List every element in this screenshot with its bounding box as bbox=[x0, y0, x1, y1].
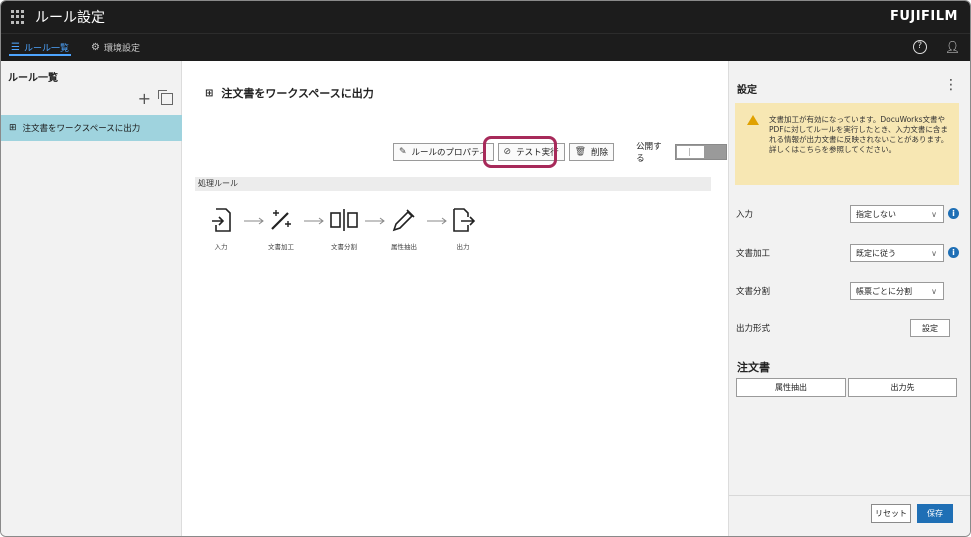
output-format-settings-button[interactable]: 設定 bbox=[910, 319, 950, 337]
plus-icon[interactable]: + bbox=[138, 89, 151, 108]
chevron-down-icon: ∨ bbox=[931, 249, 937, 258]
magic-wand-icon bbox=[251, 205, 311, 235]
select-value: 指定しない bbox=[856, 209, 896, 219]
setting-label: 文書分割 bbox=[736, 287, 771, 297]
trash-icon: 🗑︎ bbox=[574, 147, 587, 157]
setting-split-row: 文書分割 帳票ごとに分割 ∨ bbox=[736, 282, 964, 300]
input-select[interactable]: 指定しない ∨ bbox=[850, 205, 944, 223]
processing-rule-header: 処理ルール bbox=[195, 177, 711, 191]
panel-title: ルール一覧 bbox=[8, 73, 58, 84]
process-flow: 入力 文書加工 文書分割 属性抽出 出力 bbox=[203, 205, 543, 265]
rule-list-panel: ルール一覧 + ⊞ 注文書をワークスペースに出力 bbox=[1, 61, 182, 536]
step-label: 出力 bbox=[456, 243, 470, 251]
tab-environment-settings[interactable]: ⚙ 環境設定 bbox=[89, 34, 142, 61]
step-label: 文書分割 bbox=[331, 243, 357, 251]
warning-icon bbox=[747, 115, 759, 125]
warning-message: 文書加工が有効になっています。DocuWorks文書やPDFに対してルールを実行… bbox=[735, 103, 959, 185]
settings-panel: 設定 ⋮ 文書加工が有効になっています。DocuWorks文書やPDFに対してル… bbox=[728, 61, 970, 536]
settings-title: 設定 bbox=[737, 85, 757, 96]
app-title: ルール設定 bbox=[35, 10, 105, 26]
setting-label: 文書加工 bbox=[736, 249, 771, 259]
step-document-processing[interactable]: 文書加工 bbox=[251, 205, 311, 251]
processing-select[interactable]: 既定に従う ∨ bbox=[850, 244, 944, 262]
setting-label: 出力形式 bbox=[736, 324, 771, 334]
nav-actions: ? 👤︎ bbox=[912, 40, 960, 54]
step-label: 文書加工 bbox=[268, 243, 294, 251]
order-section-title: 注文書 bbox=[737, 361, 770, 374]
eyedropper-icon bbox=[374, 205, 434, 235]
more-options-icon[interactable]: ⋮ bbox=[944, 77, 958, 93]
rule-item-label: 注文書をワークスペースに出力 bbox=[22, 124, 141, 134]
info-icon[interactable]: i bbox=[948, 247, 959, 258]
copy-icon[interactable] bbox=[158, 89, 173, 105]
tab-rule-list[interactable]: ☰ ルール一覧 bbox=[9, 34, 71, 61]
properties-label: ルールのプロパティ bbox=[411, 148, 488, 158]
rule-toolbar: ✎ ルールのプロパティ ⊘ テスト実行 🗑︎ 削除 公開する bbox=[393, 142, 727, 164]
rule-title-text: 注文書をワークスペースに出力 bbox=[221, 87, 374, 100]
rule-properties-button[interactable]: ✎ ルールのプロパティ bbox=[393, 143, 494, 161]
setting-label: 入力 bbox=[736, 210, 754, 220]
warning-text[interactable]: 文書加工が有効になっています。DocuWorks文書やPDFに対してルールを実行… bbox=[769, 115, 948, 154]
app-launcher-icon[interactable] bbox=[11, 10, 25, 24]
gear-icon: ⚙ bbox=[90, 42, 100, 53]
list-actions: + bbox=[138, 89, 173, 108]
tab-label: 環境設定 bbox=[103, 44, 140, 54]
setting-output-format-row: 出力形式 設定 bbox=[736, 319, 964, 337]
test-run-highlight bbox=[483, 136, 557, 168]
nav-bar: ☰ ルール一覧 ⚙ 環境設定 ? 👤︎ bbox=[1, 33, 970, 61]
list-icon: ☰ bbox=[11, 42, 20, 53]
step-input[interactable]: 入力 bbox=[191, 205, 251, 251]
delete-label: 削除 bbox=[591, 148, 609, 158]
pencil-icon: ✎ bbox=[399, 147, 407, 157]
chevron-down-icon: ∨ bbox=[931, 210, 937, 219]
select-value: 帳票ごとに分割 bbox=[856, 286, 912, 296]
toggle-knob bbox=[677, 146, 705, 158]
divider bbox=[729, 495, 970, 496]
app-window: ルール設定 FUJIFILM ☰ ルール一覧 ⚙ 環境設定 ? 👤︎ ルール一覧… bbox=[0, 0, 971, 537]
step-label: 入力 bbox=[214, 243, 228, 251]
step-attribute-extraction[interactable]: 属性抽出 bbox=[374, 205, 434, 251]
step-output[interactable]: 出力 bbox=[433, 205, 493, 251]
tab-label: ルール一覧 bbox=[23, 44, 69, 54]
setting-processing-row: 文書加工 既定に従う ∨ i bbox=[736, 244, 964, 262]
reset-button[interactable]: リセット bbox=[871, 504, 911, 523]
user-icon[interactable]: 👤︎ bbox=[945, 40, 960, 54]
setting-input-row: 入力 指定しない ∨ i bbox=[736, 205, 964, 223]
split-select[interactable]: 帳票ごとに分割 ∨ bbox=[850, 282, 944, 300]
output-destination-button[interactable]: 出力先 bbox=[848, 378, 957, 397]
brand-logo: FUJIFILM bbox=[889, 9, 958, 24]
select-value: 既定に従う bbox=[856, 248, 896, 258]
chevron-down-icon: ∨ bbox=[931, 287, 937, 296]
publish-toggle[interactable] bbox=[675, 144, 727, 160]
publish-label: 公開する bbox=[636, 142, 662, 164]
rule-editor: ⊞ 注文書をワークスペースに出力 ✎ ルールのプロパティ ⊘ テスト実行 🗑︎ … bbox=[183, 61, 727, 536]
save-button[interactable]: 保存 bbox=[917, 504, 953, 523]
info-icon[interactable]: i bbox=[948, 208, 959, 219]
tree-icon: ⊞ bbox=[9, 123, 17, 133]
rule-list-item[interactable]: ⊞ 注文書をワークスペースに出力 bbox=[1, 115, 182, 141]
step-document-split[interactable]: 文書分割 bbox=[314, 205, 374, 251]
delete-button[interactable]: 🗑︎ 削除 bbox=[568, 143, 615, 161]
attribute-extraction-button[interactable]: 属性抽出 bbox=[736, 378, 846, 397]
title-bar: ルール設定 FUJIFILM bbox=[1, 1, 970, 33]
step-label: 属性抽出 bbox=[391, 243, 417, 251]
tree-icon: ⊞ bbox=[205, 87, 214, 99]
rule-title: ⊞ 注文書をワークスペースに出力 bbox=[205, 85, 374, 101]
help-icon[interactable]: ? bbox=[912, 40, 927, 54]
output-icon bbox=[433, 205, 493, 235]
input-icon bbox=[191, 205, 251, 235]
